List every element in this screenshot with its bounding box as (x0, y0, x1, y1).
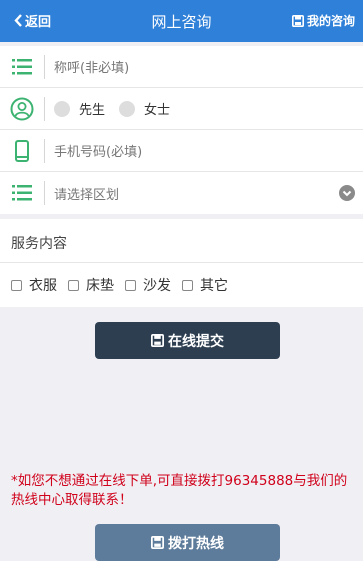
consult-form: 称呼(非必填) 先生 女士 手机号码(必填) 请选择区划 (0, 46, 363, 214)
phone-input[interactable]: 手机号码(必填) (54, 141, 142, 160)
name-input[interactable]: 称呼(非必填) (54, 57, 129, 76)
gender-option-ms[interactable]: 女士 (119, 99, 170, 118)
region-row[interactable]: 请选择区划 (0, 172, 363, 214)
radio-button[interactable] (54, 100, 70, 117)
submit-label: 在线提交 (168, 333, 224, 350)
checkbox[interactable] (11, 279, 22, 291)
gender-label: 先生 (79, 103, 106, 118)
option-label: 床垫 (86, 278, 114, 294)
list-icon (0, 46, 44, 88)
option-label: 衣服 (29, 278, 57, 294)
top-bar: 返回 网上咨询 我的咨询 (0, 0, 363, 42)
list-icon (0, 172, 44, 214)
checkbox[interactable] (68, 279, 79, 291)
service-option-clothes[interactable]: 衣服 (11, 275, 57, 295)
divider (44, 138, 45, 163)
my-consultations-button[interactable]: 我的咨询 (291, 12, 355, 29)
save-icon (151, 334, 164, 347)
divider (44, 96, 45, 121)
name-row: 称呼(非必填) (0, 46, 363, 88)
option-label: 沙发 (143, 278, 171, 294)
service-option-other[interactable]: 其它 (182, 275, 228, 295)
divider (44, 54, 45, 79)
service-section: 服务内容 衣服 床垫 沙发 其它 (0, 219, 363, 307)
service-options: 衣服 床垫 沙发 其它 (11, 275, 239, 295)
mobile-phone-icon (0, 130, 44, 172)
phone-row: 手机号码(必填) (0, 130, 363, 172)
hotline-notice: *如您不想通过在线下单,可直接拨打96345888与我们的热线中心取得联系！ (11, 473, 348, 508)
divider (44, 181, 45, 205)
user-icon (0, 88, 44, 130)
service-option-sofa[interactable]: 沙发 (125, 275, 171, 295)
option-label: 其它 (200, 278, 228, 294)
radio-button[interactable] (119, 100, 136, 117)
chevron-down-icon[interactable] (339, 185, 355, 201)
save-icon (291, 14, 304, 27)
divider (0, 262, 363, 263)
gender-label: 女士 (144, 103, 171, 118)
service-label: 服务内容 (11, 236, 67, 252)
save-icon (151, 536, 164, 549)
checkbox[interactable] (182, 279, 193, 291)
gender-option-mr[interactable]: 先生 (54, 99, 105, 118)
checkbox[interactable] (125, 279, 136, 291)
gender-row: 先生 女士 (0, 88, 363, 130)
submit-online-button[interactable]: 在线提交 (95, 322, 280, 359)
call-label: 拨打热线 (168, 535, 224, 552)
service-option-mattress[interactable]: 床垫 (68, 275, 114, 295)
call-hotline-button[interactable]: 拨打热线 (95, 524, 280, 561)
my-consultations-label: 我的咨询 (306, 14, 355, 28)
region-select[interactable]: 请选择区划 (54, 184, 119, 203)
